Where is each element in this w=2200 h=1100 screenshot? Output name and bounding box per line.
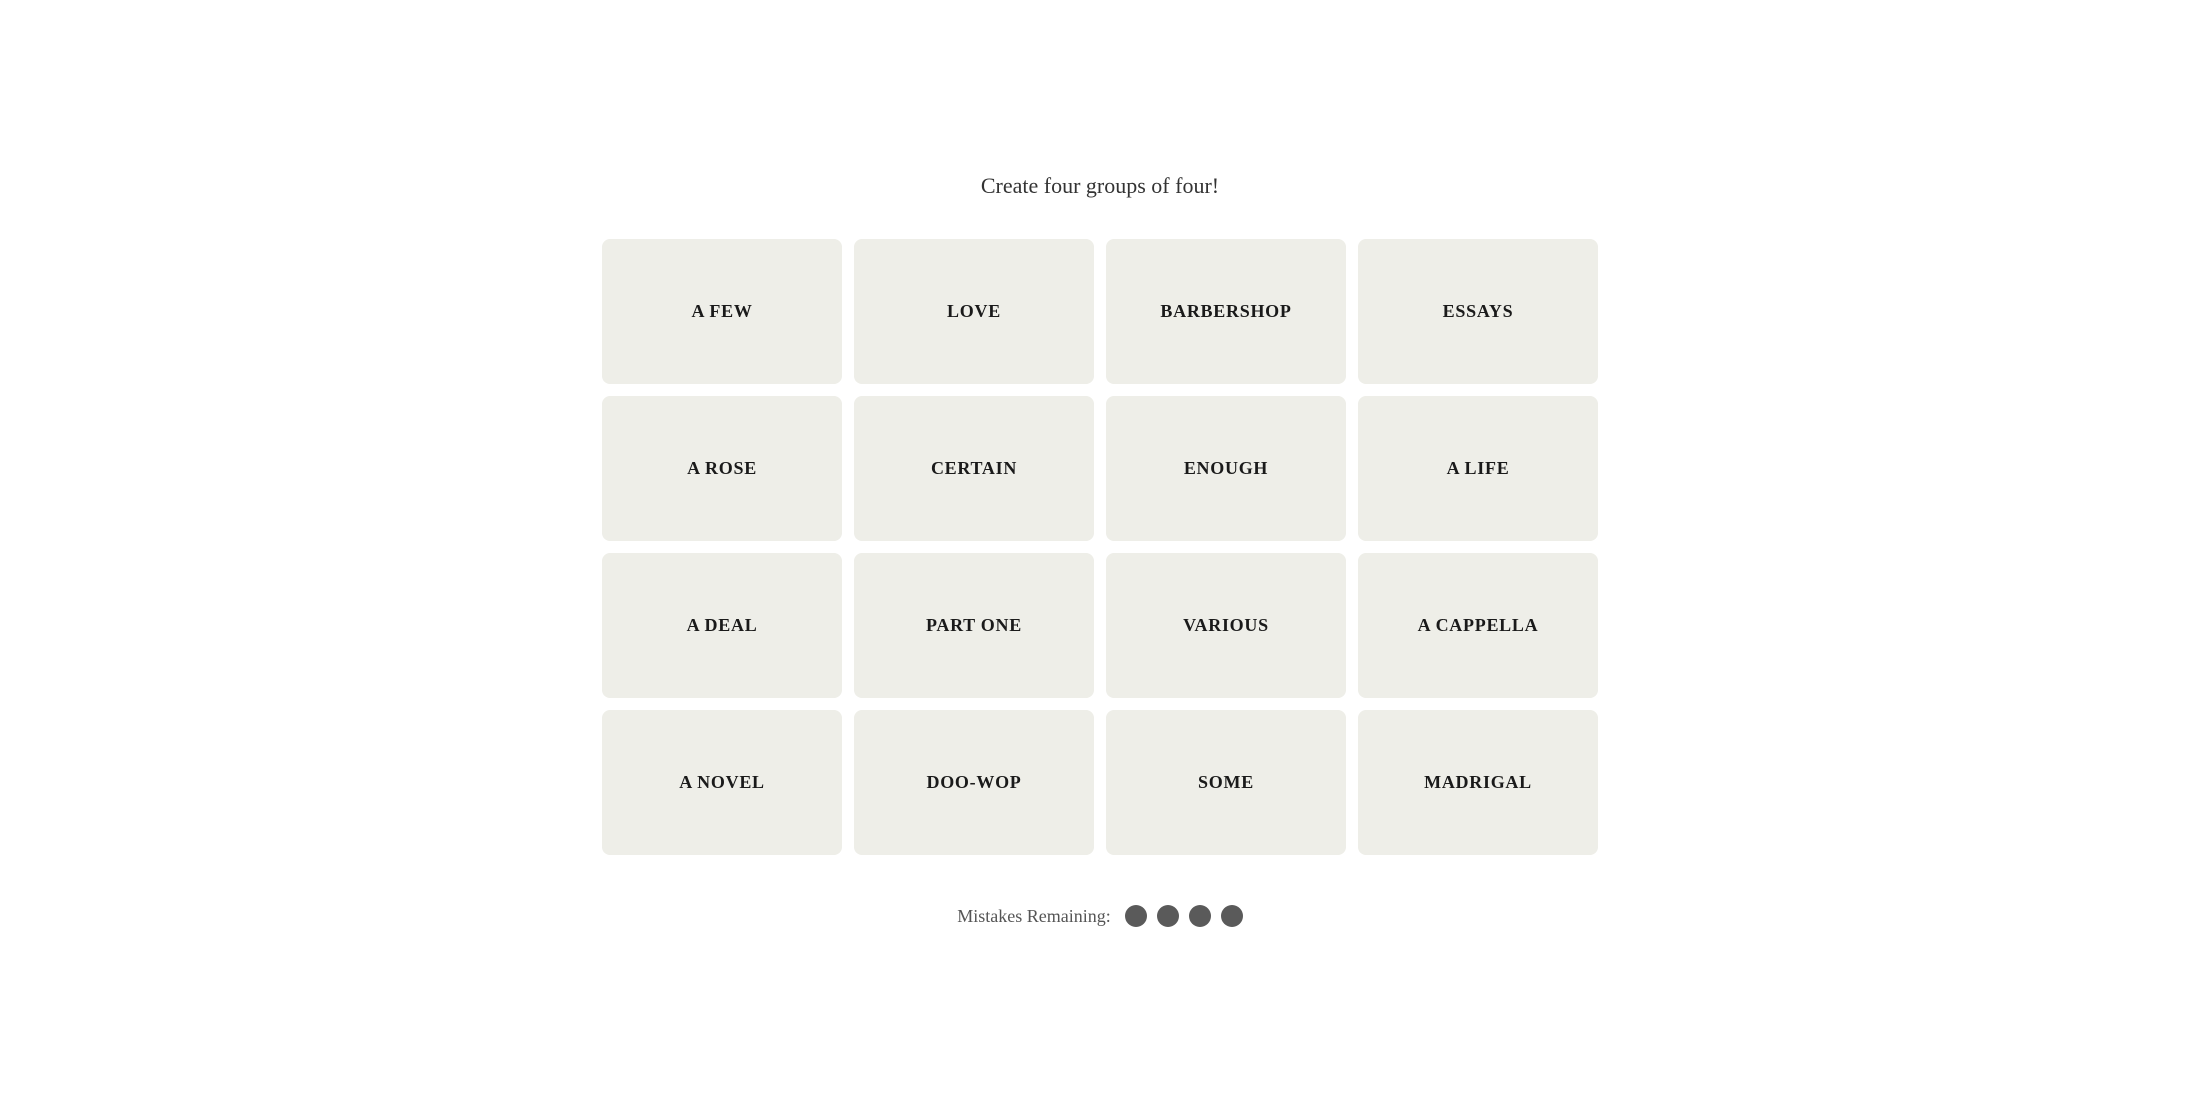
tile-essays-label: ESSAYS xyxy=(1443,301,1514,322)
mistake-dot-3 xyxy=(1189,905,1211,927)
tile-enough-label: ENOUGH xyxy=(1184,458,1268,479)
tile-some[interactable]: SOME xyxy=(1106,710,1346,855)
tile-a-few[interactable]: A FEW xyxy=(602,239,842,384)
tile-barbershop[interactable]: BARBERSHOP xyxy=(1106,239,1346,384)
tile-certain-label: CERTAIN xyxy=(931,458,1017,479)
tile-a-novel[interactable]: A NOVEL xyxy=(602,710,842,855)
tile-part-one[interactable]: PART ONE xyxy=(854,553,1094,698)
tile-doo-wop-label: DOO-WOP xyxy=(926,772,1021,793)
tile-madrigal[interactable]: MADRIGAL xyxy=(1358,710,1598,855)
tile-love[interactable]: LOVE xyxy=(854,239,1094,384)
tile-madrigal-label: MADRIGAL xyxy=(1424,772,1532,793)
mistakes-label: Mistakes Remaining: xyxy=(957,906,1110,927)
tile-barbershop-label: BARBERSHOP xyxy=(1160,301,1291,322)
mistake-dot-4 xyxy=(1221,905,1243,927)
tile-some-label: SOME xyxy=(1198,772,1254,793)
tile-grid: A FEW LOVE BARBERSHOP ESSAYS A ROSE CERTAIN EN… xyxy=(602,239,1598,855)
mistake-dot-2 xyxy=(1157,905,1179,927)
tile-various-label: VARIOUS xyxy=(1183,615,1269,636)
mistake-dot-1 xyxy=(1125,905,1147,927)
tile-a-life[interactable]: A LIFE xyxy=(1358,396,1598,541)
tile-a-cappella-label: A CAPPELLA xyxy=(1418,615,1539,636)
tile-a-novel-label: A NOVEL xyxy=(679,772,765,793)
tile-doo-wop[interactable]: DOO-WOP xyxy=(854,710,1094,855)
tile-a-rose[interactable]: A ROSE xyxy=(602,396,842,541)
tile-a-deal[interactable]: A DEAL xyxy=(602,553,842,698)
tile-a-deal-label: A DEAL xyxy=(687,615,758,636)
game-subtitle: Create four groups of four! xyxy=(981,173,1219,199)
tile-certain[interactable]: CERTAIN xyxy=(854,396,1094,541)
tile-enough[interactable]: ENOUGH xyxy=(1106,396,1346,541)
tile-love-label: LOVE xyxy=(947,301,1001,322)
tile-a-few-label: A FEW xyxy=(691,301,752,322)
tile-part-one-label: PART ONE xyxy=(926,615,1022,636)
tile-various[interactable]: VARIOUS xyxy=(1106,553,1346,698)
tile-essays[interactable]: ESSAYS xyxy=(1358,239,1598,384)
game-container: Create four groups of four! A FEW LOVE BAR… xyxy=(570,173,1630,927)
tile-a-life-label: A LIFE xyxy=(1447,458,1510,479)
mistakes-section: Mistakes Remaining: xyxy=(957,905,1242,927)
tile-a-rose-label: A ROSE xyxy=(687,458,757,479)
mistakes-dots xyxy=(1125,905,1243,927)
tile-a-cappella[interactable]: A CAPPELLA xyxy=(1358,553,1598,698)
